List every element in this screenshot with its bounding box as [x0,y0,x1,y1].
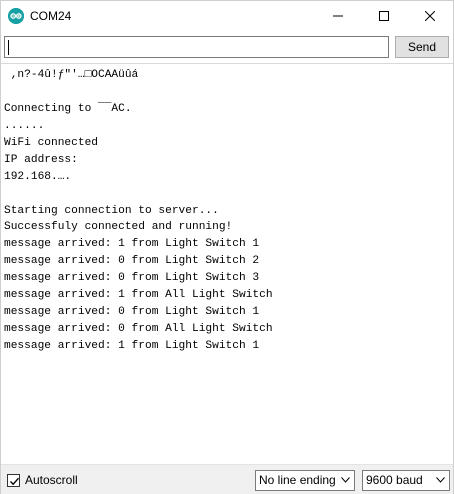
window-title: COM24 [30,9,72,23]
checkmark-icon [10,477,20,485]
output-line: message arrived: 0 from All Light Switch [4,323,273,336]
output-line: IP address: [4,153,85,166]
output-line: Successfuly connected and running! [4,221,233,234]
minimize-icon [333,15,343,17]
output-line: Starting connection to server... [4,204,219,217]
autoscroll-label: Autoscroll [25,473,78,487]
output-line: WiFi connected [4,136,98,149]
send-row: Send [1,31,453,63]
output-line: message arrived: 1 from Light Switch 1 [4,340,260,352]
serial-output[interactable]: ,n?-4û!ƒ"'…□OCAAüûá Connecting to ¯¯AC...… [1,63,453,463]
output-line: ...... [4,119,45,132]
minimize-button[interactable] [315,1,361,31]
autoscroll-checkbox[interactable] [7,473,20,487]
output-line: message arrived: 1 from All Light Switch [4,289,273,302]
output-line: 192.168.…. [4,170,78,183]
baud-rate-value: 9600 baud [366,473,423,487]
close-icon [425,11,435,21]
close-button[interactable] [407,1,453,31]
serial-monitor-window: COM24 Send ,n?-4û!ƒ"'…□OCAAüûá Connecting… [0,0,454,494]
chevron-down-icon [341,477,350,483]
title-bar[interactable]: COM24 [1,1,453,31]
output-line: message arrived: 1 from Light Switch 1 [4,238,260,251]
send-button[interactable]: Send [395,36,449,58]
output-line: Connecting to ¯¯AC. [4,102,132,115]
output-line: message arrived: 0 from Light Switch 1 [4,306,260,319]
autoscroll-toggle[interactable]: Autoscroll [7,473,78,487]
text-caret [8,40,9,55]
chevron-down-icon [436,477,445,483]
baud-rate-select[interactable]: 9600 baud [362,470,450,491]
output-line: message arrived: 0 from Light Switch 2 [4,255,260,268]
line-ending-select[interactable]: No line ending [255,470,355,491]
maximize-icon [379,11,389,21]
arduino-icon [8,8,24,24]
serial-input[interactable] [4,36,389,58]
maximize-button[interactable] [361,1,407,31]
output-lines: ,n?-4û!ƒ"'…□OCAAüûá Connecting to ¯¯AC...… [4,67,273,355]
output-line: message arrived: 0 from Light Switch 3 [4,272,260,285]
output-line: ,n?-4û!ƒ"'…□OCAAüûá [4,69,139,81]
bottom-bar: Autoscroll No line ending 9600 baud [1,464,453,494]
line-ending-value: No line ending [259,473,336,487]
